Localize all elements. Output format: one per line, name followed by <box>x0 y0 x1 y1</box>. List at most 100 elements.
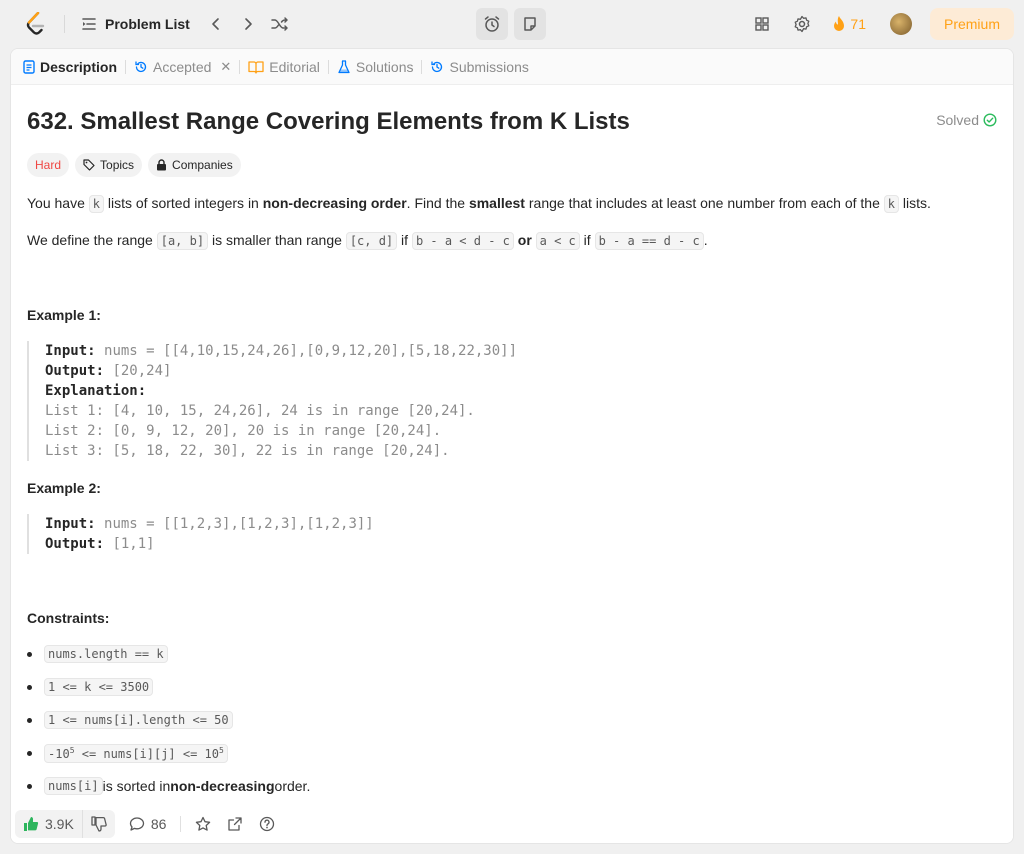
problem-list-button[interactable]: Problem List <box>75 8 196 40</box>
text: is smaller than range <box>208 232 346 248</box>
timer-button[interactable] <box>476 8 508 40</box>
notes-button[interactable] <box>514 8 546 40</box>
dislike-button[interactable] <box>83 810 115 838</box>
description-paragraph-1: You have k lists of sorted integers in n… <box>27 195 931 213</box>
inline-code: b - a < d - c <box>411 232 514 250</box>
book-icon <box>248 60 264 74</box>
inline-code: 1 <= nums[i].length <= 50 <box>44 711 233 729</box>
favorite-button[interactable] <box>187 810 219 838</box>
tab-accepted-label: Accepted <box>153 58 212 75</box>
comment-count: 86 <box>150 816 167 832</box>
chevron-left-icon <box>208 16 224 32</box>
note-icon <box>522 16 538 32</box>
inline-code: [a, b] <box>156 232 209 250</box>
shuffle-icon <box>271 16 289 32</box>
share-icon <box>227 816 243 832</box>
problem-list-label: Problem List <box>105 16 190 32</box>
lock-icon <box>156 159 167 171</box>
inline-code: k <box>88 195 104 213</box>
tag-icon <box>83 159 95 171</box>
next-problem-button[interactable] <box>232 8 264 40</box>
history-icon <box>134 60 148 74</box>
inline-code: b - a == d - c <box>594 232 704 250</box>
tab-editorial-label: Editorial <box>269 58 320 75</box>
problem-tags: Hard Topics Companies <box>27 153 241 177</box>
chevron-right-icon <box>240 16 256 32</box>
solved-label: Solved <box>936 112 979 128</box>
explanation-label: Explanation: <box>45 383 147 399</box>
tab-divider <box>125 59 127 74</box>
example-2-block: Input: nums = [[1,2,3],[1,2,3],[1,2,3]] … <box>27 514 374 554</box>
explanation-line: List 1: [4, 10, 15, 24,26], 24 is in ran… <box>45 403 475 419</box>
tab-description-label: Description <box>40 58 118 75</box>
text: <= nums[i][j] <= 10 <box>74 747 220 761</box>
inline-code: [c, d] <box>345 232 398 250</box>
right-toolbar: 71 Premium <box>746 8 1014 40</box>
constraint-item: nums[i] is sorted in non-decreasing orde… <box>27 777 310 795</box>
text: We define the range <box>27 232 157 248</box>
divider <box>64 15 65 33</box>
thumbs-down-icon <box>91 816 107 832</box>
text: lists of sorted integers in <box>104 195 263 211</box>
history-icon <box>430 60 444 74</box>
settings-button[interactable] <box>786 8 818 40</box>
inline-code: 1 <= k <= 3500 <box>44 678 154 696</box>
avatar[interactable] <box>889 13 912 35</box>
thumbs-up-icon <box>23 816 39 832</box>
text: You have <box>27 195 89 211</box>
explanation-line: List 2: [0, 9, 12, 20], 20 is in range [… <box>45 423 442 439</box>
description-paragraph-2: We define the range [a, b] is smaller th… <box>27 232 708 250</box>
previous-problem-button[interactable] <box>200 8 232 40</box>
gear-icon <box>793 15 811 33</box>
text: . Find the <box>406 195 469 211</box>
tab-editorial[interactable]: Editorial <box>242 53 326 81</box>
inline-code: nums.length == k <box>44 645 168 663</box>
leetcode-logo[interactable] <box>18 6 54 42</box>
example-1-block: Input: nums = [[4,10,15,24,26],[0,9,12,2… <box>27 341 517 461</box>
constraints-heading: Constraints: <box>27 610 110 626</box>
like-button[interactable]: 3.9K <box>15 810 83 838</box>
tab-divider <box>239 59 241 74</box>
like-count: 3.9K <box>45 816 74 832</box>
comments-button[interactable]: 86 <box>121 810 175 838</box>
inline-code: k <box>883 195 899 213</box>
topics-tag[interactable]: Topics <box>75 153 143 177</box>
star-icon <box>195 816 211 832</box>
tab-divider <box>327 59 329 74</box>
vote-group: 3.9K <box>15 810 115 838</box>
flask-icon <box>337 59 351 74</box>
example-input: nums = [[4,10,15,24,26],[0,9,12,20],[5,1… <box>104 343 518 359</box>
tab-submissions[interactable]: Submissions <box>424 53 534 81</box>
tab-description[interactable]: Description <box>17 53 123 81</box>
bold-text: non-decreasing <box>170 778 275 794</box>
help-button[interactable] <box>251 810 283 838</box>
companies-tag[interactable]: Companies <box>148 153 241 177</box>
bold-text: non-decreasing order <box>262 195 407 211</box>
tab-solutions[interactable]: Solutions <box>331 53 420 81</box>
inline-code: a < c <box>535 232 580 250</box>
close-icon[interactable]: ✕ <box>220 59 231 75</box>
question-circle-icon <box>259 816 275 832</box>
example-input: nums = [[1,2,3],[1,2,3],[1,2,3]] <box>104 516 374 532</box>
tab-accepted[interactable]: Accepted ✕ <box>128 53 237 81</box>
constraint-item: nums.length == k <box>27 645 168 663</box>
text: lists. <box>899 195 931 211</box>
example-1-heading: Example 1: <box>27 307 101 323</box>
random-problem-button[interactable] <box>264 8 296 40</box>
list-icon <box>81 16 97 32</box>
difficulty-badge: Hard <box>27 153 70 177</box>
text: if <box>397 232 412 248</box>
action-bar: 3.9K 86 <box>11 805 1013 843</box>
input-label: Input: <box>45 516 96 532</box>
premium-button[interactable]: Premium <box>929 8 1014 40</box>
constraint-item: -105 <= nums[i][j] <= 105 <box>27 744 228 763</box>
text: -10 <box>48 747 70 761</box>
text: range that includes at least one number … <box>524 195 884 211</box>
share-button[interactable] <box>219 810 251 838</box>
bold-text: smallest <box>468 195 525 211</box>
text: order. <box>274 778 311 794</box>
example-output: [1,1] <box>112 536 155 552</box>
layout-button[interactable] <box>746 8 778 40</box>
streak-counter[interactable]: 71 <box>826 8 872 40</box>
superscript: 5 <box>219 746 224 755</box>
